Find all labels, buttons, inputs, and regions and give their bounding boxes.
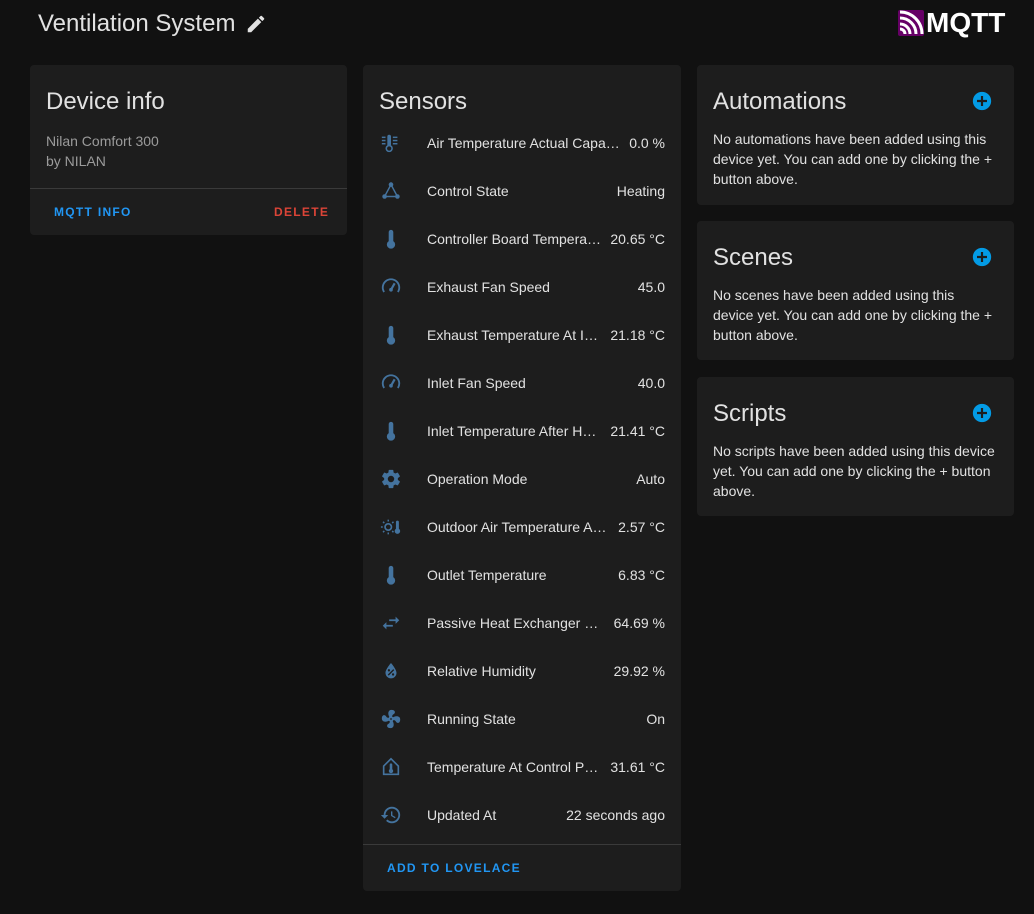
scenes-empty-text: No scenes have been added using this dev… [713,287,993,343]
sensor-row[interactable]: Outdoor Air Temperature At Intake 2.57 °C [363,503,681,551]
page-title: Ventilation System [38,10,236,37]
sensor-row[interactable]: Outlet Temperature 6.83 °C [363,551,681,599]
automations-empty-text: No automations have been added using thi… [713,131,993,187]
sensor-name: Controller Board Temperature [427,231,603,247]
speedometer-icon [379,371,403,395]
sensor-row[interactable]: Running State On [363,695,681,743]
scripts-card: Scripts No scripts have been added using… [697,377,1014,516]
sensor-name: Outlet Temperature [427,567,547,583]
sensor-value: 45.0 [637,279,665,295]
swap-arrows-icon [379,611,403,635]
mqtt-info-button[interactable]: MQTT INFO [54,205,132,219]
sensor-value: 0.0 % [629,135,665,151]
delete-button[interactable]: DELETE [274,205,329,219]
device-info-title: Device info [46,88,165,115]
mqtt-logo-text: MQTT [926,7,1006,38]
device-model: Nilan Comfort 300 [46,133,159,149]
state-machine-icon [379,179,403,203]
device-info-card: Device info Nilan Comfort 300 by NILAN M… [30,65,347,235]
sensors-title: Sensors [379,88,468,115]
sensor-row[interactable]: Operation Mode Auto [363,455,681,503]
history-icon [379,803,403,827]
scenes-title: Scenes [713,244,794,271]
sensor-row[interactable]: Temperature At Control Panel 31.61 °C [363,743,681,791]
sensor-value: Heating [616,183,665,199]
thermometer-icon [379,563,403,587]
sensor-value: 31.61 °C [610,759,665,775]
card-divider [363,844,681,845]
home-thermometer-icon [379,755,403,779]
sensor-row[interactable]: Control State Heating [363,167,681,215]
thermometer-icon [379,227,403,251]
thermometer-icon [379,419,403,443]
automations-title: Automations [713,88,847,115]
automations-card: Automations No automations have been add… [697,65,1014,205]
sensor-name: Control State [427,183,509,199]
sensor-name: Temperature At Control Panel [427,759,603,775]
sensor-row[interactable]: Inlet Temperature After Heater 21.41 °C [363,407,681,455]
sensor-value: 40.0 [637,375,665,391]
add-scene-icon[interactable] [972,247,992,267]
sensor-row[interactable]: Relative Humidity 29.92 % [363,647,681,695]
sensor-name: Operation Mode [427,471,528,487]
sensor-row[interactable]: Inlet Fan Speed 40.0 [363,359,681,407]
sensor-row[interactable]: Controller Board Temperature 20.65 °C [363,215,681,263]
mqtt-logo-icon [898,10,924,36]
sensor-row[interactable]: Air Temperature Actual Capacity 0.0 % [363,119,681,167]
scripts-empty-text: No scripts have been added using this de… [713,443,995,499]
sensor-name: Outdoor Air Temperature At Intake [427,519,610,535]
sensor-value: 21.18 °C [610,327,665,343]
sensor-value: 20.65 °C [610,231,665,247]
sensor-name: Relative Humidity [427,663,536,679]
device-manufacturer: by NILAN [46,153,106,169]
sensor-value: 64.69 % [613,615,665,631]
sensor-row[interactable]: Updated At 22 seconds ago [363,791,681,839]
add-script-icon[interactable] [972,403,992,423]
sensor-name: Exhaust Temperature At Intake [427,327,603,343]
sensor-name: Inlet Temperature After Heater [427,423,603,439]
scripts-title: Scripts [713,400,787,427]
fan-icon [379,707,403,731]
sensor-value: On [646,711,665,727]
sensor-name: Air Temperature Actual Capacity [427,135,622,151]
sensor-row[interactable]: Exhaust Temperature At Intake 21.18 °C [363,311,681,359]
pencil-icon[interactable] [245,13,267,35]
sensor-row[interactable]: Passive Heat Exchanger Efficiency 64.69 % [363,599,681,647]
sensor-name: Exhaust Fan Speed [427,279,550,295]
sensor-row[interactable]: Exhaust Fan Speed 45.0 [363,263,681,311]
sensor-value: 22 seconds ago [566,807,665,823]
add-automation-icon[interactable] [972,91,992,111]
sun-thermometer-icon [379,515,403,539]
water-percent-icon [379,659,403,683]
sensor-value: Auto [636,471,665,487]
header: Ventilation System MQTT [0,0,1034,48]
mqtt-logo: MQTT [898,7,1006,38]
sensor-value: 2.57 °C [618,519,665,535]
thermometer-lines-icon [379,131,403,155]
scenes-card: Scenes No scenes have been added using t… [697,221,1014,360]
sensor-name: Inlet Fan Speed [427,375,526,391]
sensor-value: 29.92 % [613,663,665,679]
gear-icon [379,467,403,491]
sensors-card: Sensors Air Temperature Actual Capacity 0… [363,65,681,891]
speedometer-icon [379,275,403,299]
sensor-name: Running State [427,711,516,727]
sensor-name: Updated At [427,807,497,823]
sensor-value: 6.83 °C [618,567,665,583]
sensor-value: 21.41 °C [610,423,665,439]
thermometer-icon [379,323,403,347]
add-to-lovelace-button[interactable]: ADD TO LOVELACE [387,861,521,875]
sensor-name: Passive Heat Exchanger Efficiency [427,615,606,631]
card-divider [30,188,347,189]
